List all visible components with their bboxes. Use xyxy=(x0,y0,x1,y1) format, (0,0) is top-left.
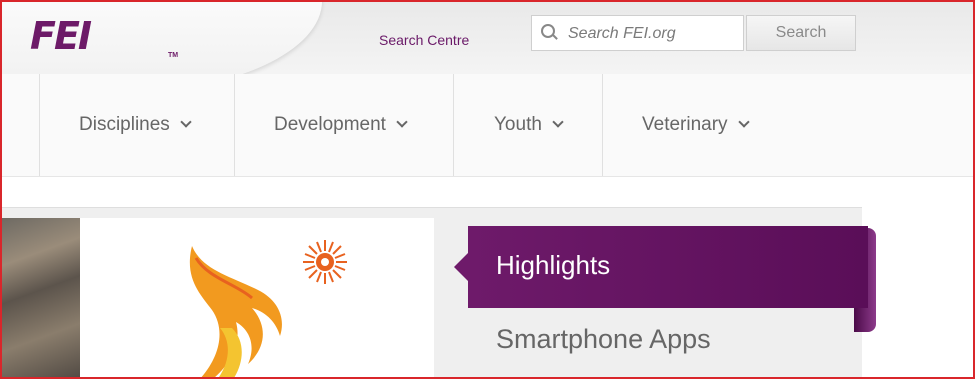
chevron-down-icon xyxy=(180,116,192,128)
nav-divider xyxy=(39,74,40,176)
sun-icon xyxy=(303,240,347,284)
search-button[interactable]: Search xyxy=(746,15,856,51)
nav-item-label: Youth xyxy=(494,114,542,135)
page-frame: FEI TM Search Centre Search Disciplines … xyxy=(0,0,975,379)
chevron-down-icon xyxy=(396,116,408,128)
main-nav: Disciplines Development Youth Veterinary xyxy=(2,74,973,177)
fei-logo[interactable]: FEI xyxy=(30,14,92,58)
highlights-label[interactable]: Highlights xyxy=(496,250,610,281)
nav-item-label: Veterinary xyxy=(642,114,728,135)
feature-image-panel[interactable] xyxy=(80,218,434,377)
feature-photo[interactable] xyxy=(2,218,80,377)
chevron-down-icon xyxy=(552,116,564,128)
chevron-down-icon xyxy=(737,116,750,128)
phoenix-logo-icon xyxy=(189,240,347,377)
nav-item-label: Disciplines xyxy=(79,114,170,135)
nav-item-youth[interactable]: Youth xyxy=(494,114,564,136)
search-icon xyxy=(541,24,555,38)
sidebar-item-smartphone-apps[interactable]: Smartphone Apps xyxy=(496,324,711,355)
nav-item-disciplines[interactable]: Disciplines xyxy=(79,114,192,136)
search-input[interactable] xyxy=(566,21,740,47)
nav-divider xyxy=(234,74,235,176)
search-box xyxy=(531,15,744,51)
site-header: FEI TM Search Centre Search xyxy=(2,2,973,92)
nav-divider xyxy=(602,74,603,176)
nav-item-veterinary[interactable]: Veterinary xyxy=(642,114,750,136)
trademark-mark: TM xyxy=(168,52,179,59)
search-centre-link[interactable]: Search Centre xyxy=(379,32,469,48)
nav-item-development[interactable]: Development xyxy=(274,114,408,136)
nav-divider xyxy=(453,74,454,176)
content-spacer xyxy=(2,177,973,207)
nav-item-label: Development xyxy=(274,114,386,135)
